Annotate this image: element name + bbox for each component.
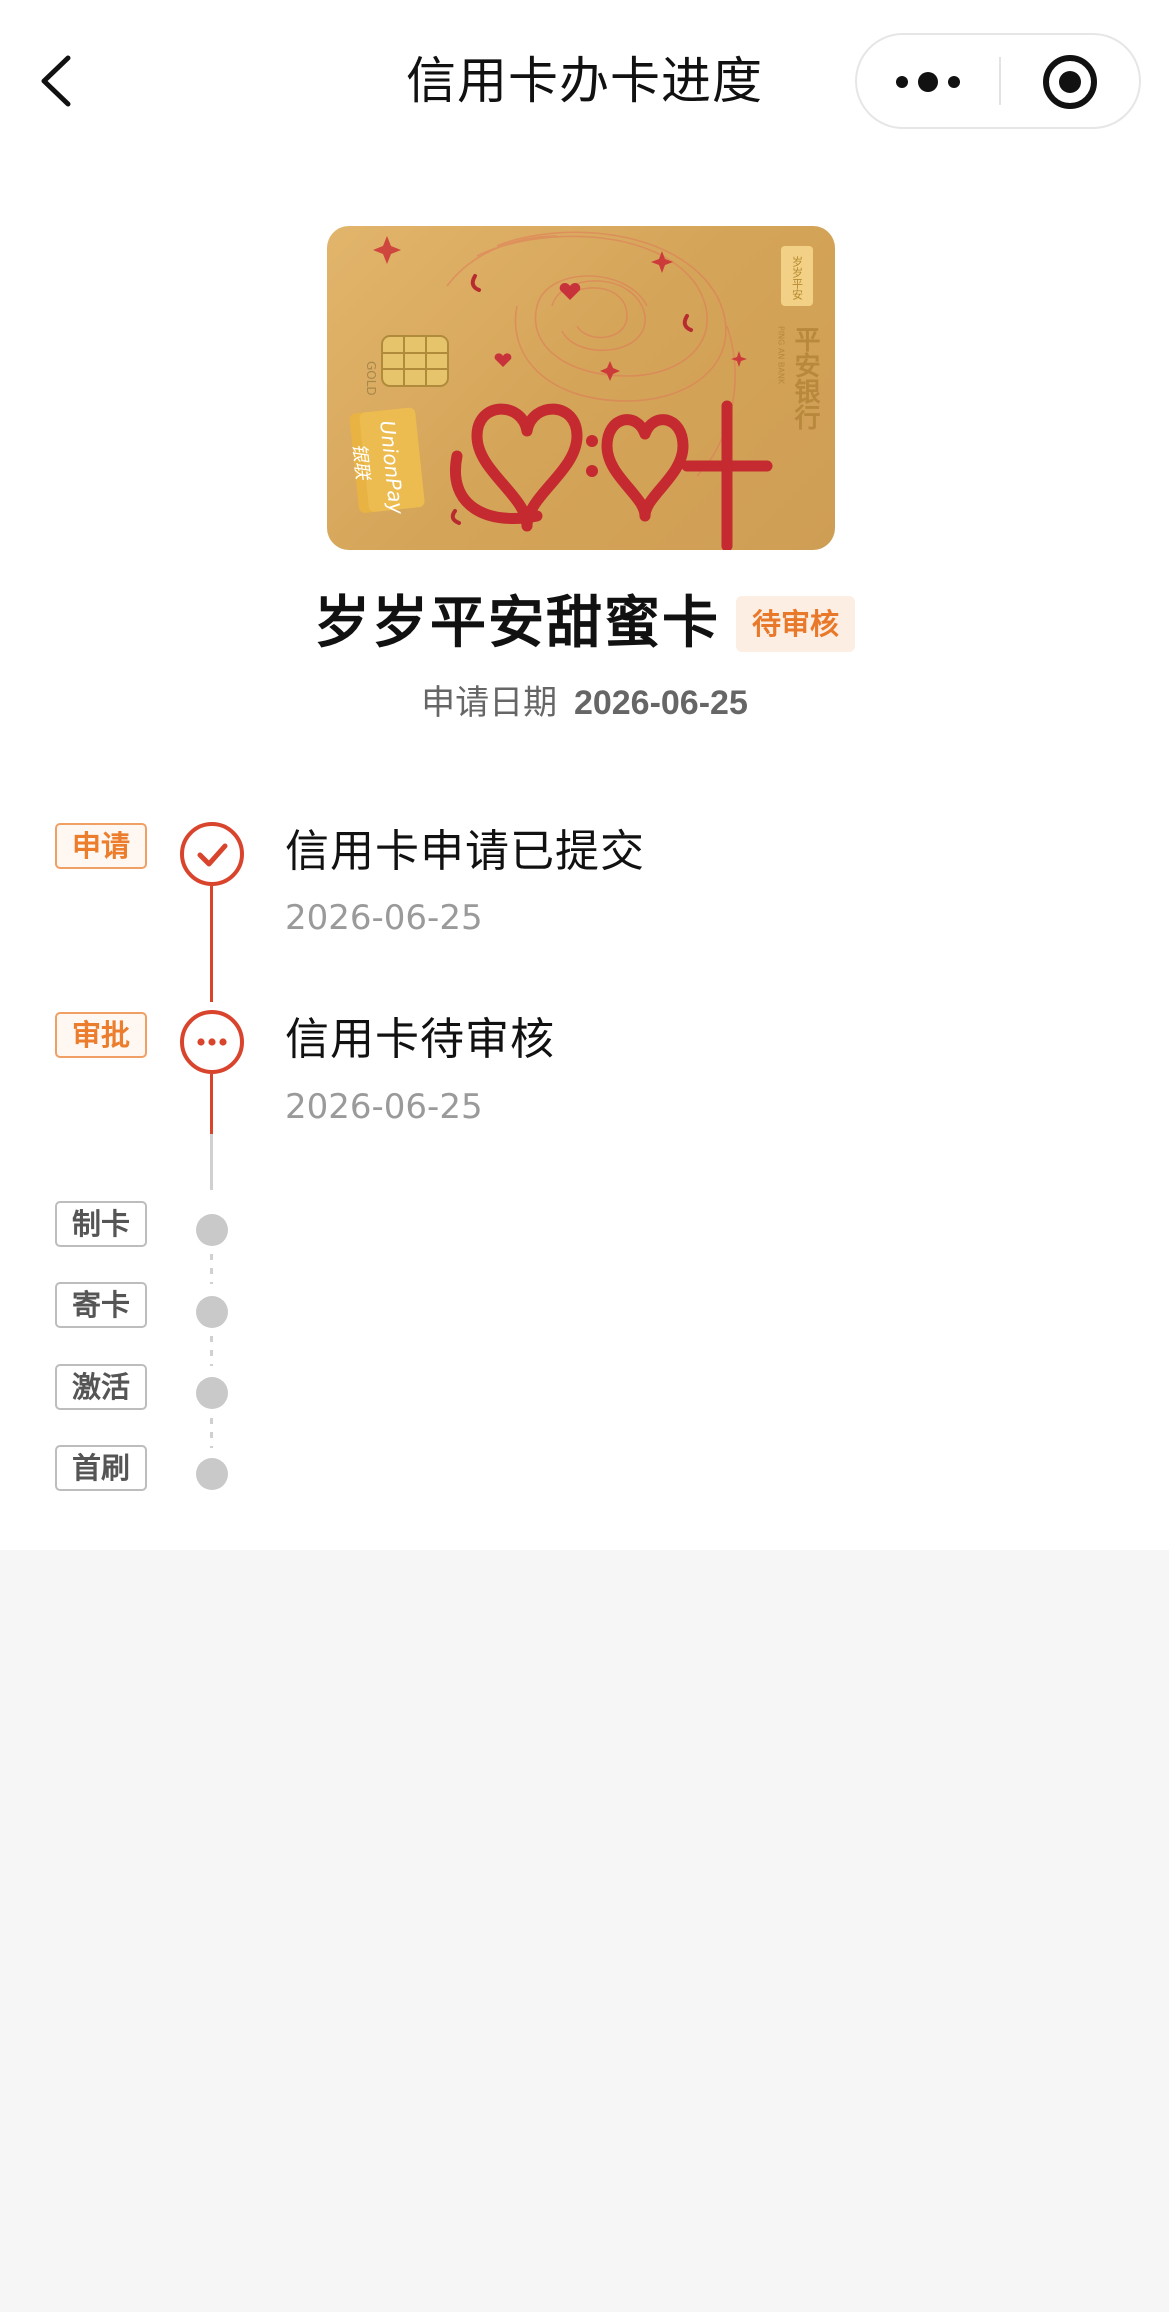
step-title: 信用卡申请已提交 [285,826,645,877]
timeline-connector [210,1134,213,1190]
apply-date-label: 申请日期 [421,683,558,723]
svg-text:GOLD: GOLD [364,361,378,396]
svg-text:银联: 银联 [348,442,373,482]
step-status-done [180,822,244,886]
timeline-connector [210,1418,213,1448]
stage-tag-mail-card: 寄卡 [55,1282,147,1328]
timeline-connector [210,1254,213,1284]
step-date: 2026-06-25 [285,1087,483,1127]
timeline-connector [210,1074,213,1134]
check-icon [197,843,228,867]
card-product-name: 岁岁平安甜蜜卡 [313,591,720,656]
step-status-pending [196,1458,228,1490]
timeline-connector [210,886,213,1002]
target-close-icon [1043,55,1097,109]
ellipsis-icon [197,1038,227,1046]
mini-program-capsule [855,33,1141,129]
step-status-pending [196,1214,228,1246]
step-date: 2026-06-25 [285,898,483,938]
svg-text:岁岁平安: 岁岁平安 [791,255,804,301]
product-title-row: 岁岁平安甜蜜卡 待审核 [0,588,1169,660]
status-badge: 待审核 [735,596,855,652]
stage-tag-first-swipe: 首刷 [55,1445,147,1491]
close-mini-program-button[interactable] [1001,35,1139,127]
step-status-pending [196,1296,228,1328]
apply-date-value: 2026-06-25 [573,684,748,722]
step-status-pending [196,1377,228,1409]
svg-text:平安银行: 平安银行 [790,326,821,430]
step-status-in-progress [180,1010,244,1074]
stage-tag-review: 审批 [55,1012,147,1058]
card-artwork: GOLD UnionPay 银联 岁岁平安 平安银行 PING AN BANK [348,231,821,550]
more-button[interactable] [857,35,999,127]
step-title: 信用卡待审核 [285,1014,555,1065]
more-dots-icon [896,72,960,92]
credit-card-image: GOLD UnionPay 银联 岁岁平安 平安银行 PING AN BANK [327,226,835,550]
stage-tag-activate: 激活 [55,1364,147,1410]
apply-date: 申请日期 2026-06-25 [0,678,1169,728]
timeline-connector [210,1336,213,1366]
stage-tag-apply: 申请 [55,823,147,869]
svg-text:PING AN BANK: PING AN BANK [777,326,786,385]
stage-tag-make-card: 制卡 [55,1201,147,1247]
